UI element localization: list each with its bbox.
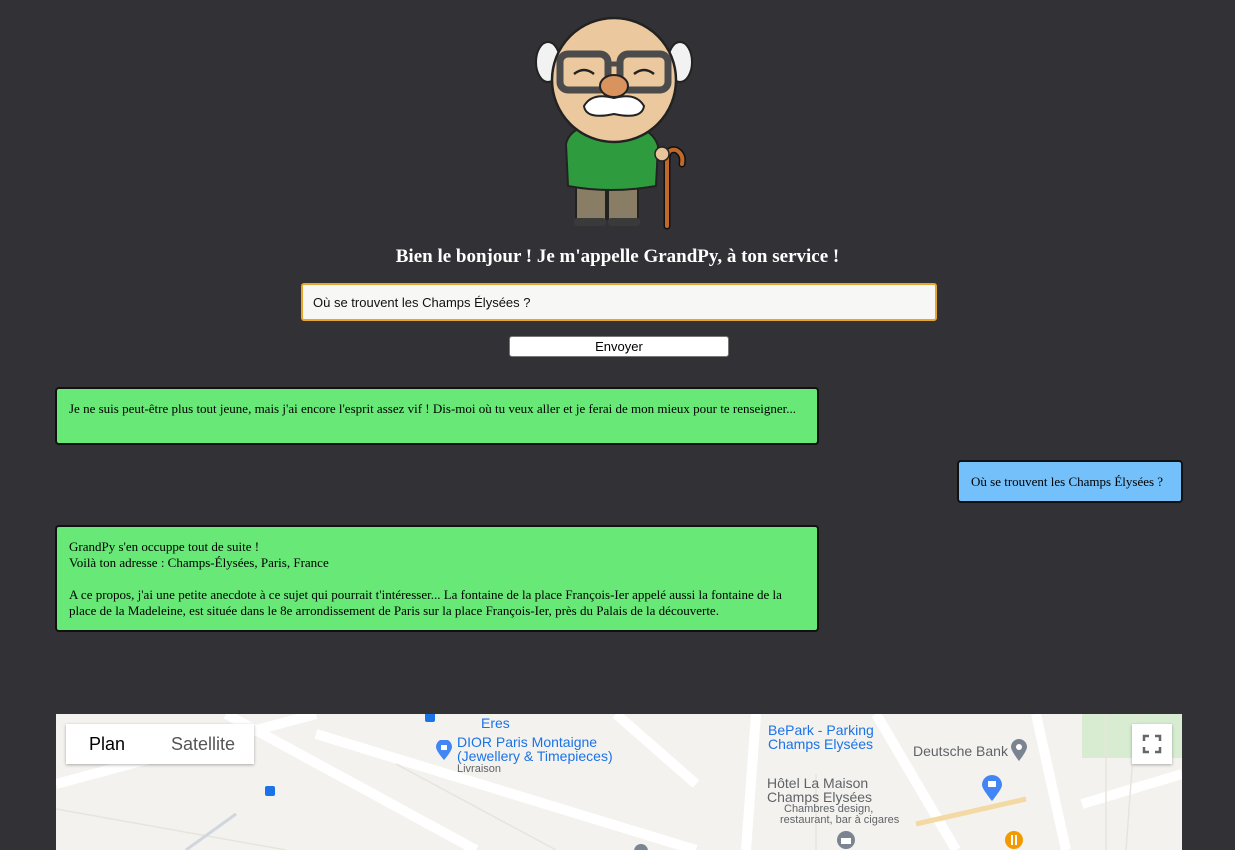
bus-stop-icon[interactable] bbox=[425, 714, 435, 722]
grandpy-avatar bbox=[530, 14, 700, 230]
poi-hotel-desc: restaurant, bar à cigares bbox=[780, 814, 900, 826]
fullscreen-button[interactable] bbox=[1132, 724, 1172, 764]
question-input[interactable] bbox=[301, 283, 937, 321]
poi-dior-subtitle: (Jewellery & Timepieces) bbox=[457, 748, 613, 764]
send-button[interactable]: Envoyer bbox=[509, 336, 729, 357]
user-message: Où se trouvent les Champs Élysées ? bbox=[957, 460, 1183, 503]
map-type-satellite[interactable]: Satellite bbox=[171, 734, 235, 755]
map-type-control: Plan Satellite bbox=[66, 724, 254, 764]
bot-message-line: GrandPy s'en occuppe tout de suite ! bbox=[69, 539, 260, 554]
shopping-bag-icon[interactable] bbox=[436, 739, 452, 760]
bot-message-text: Je ne suis peut-être plus tout jeune, ma… bbox=[69, 401, 797, 416]
poi-bepark-subtitle: Champs Elysées bbox=[768, 736, 874, 752]
poi-bepark[interactable]: BePark - Parking bbox=[768, 723, 874, 737]
poi-dior[interactable]: DIOR Paris Montaigne bbox=[457, 735, 597, 749]
fullscreen-icon bbox=[1142, 734, 1162, 754]
poi-hotel-subtitle: Champs Elysées bbox=[767, 789, 873, 805]
poi-dior-delivery: Livraison bbox=[457, 763, 502, 775]
bus-stop-icon[interactable] bbox=[265, 786, 275, 796]
map[interactable]: Plan Satellite Eres DIOR Paris Montaigne… bbox=[56, 714, 1182, 850]
bot-message-anecdote: A ce propos, j'ai une petite anecdote à … bbox=[69, 587, 782, 618]
museum-icon[interactable] bbox=[836, 830, 856, 850]
map-pin-icon[interactable] bbox=[1011, 739, 1027, 761]
user-message-text: Où se trouvent les Champs Élysées ? bbox=[971, 474, 1164, 489]
bot-message: Je ne suis peut-être plus tout jeune, ma… bbox=[55, 387, 819, 445]
map-type-plan[interactable]: Plan bbox=[89, 734, 125, 755]
bot-message: GrandPy s'en occuppe tout de suite ! Voi… bbox=[55, 525, 819, 632]
poi-hotel[interactable]: Hôtel La Maison bbox=[767, 776, 868, 790]
shopping-bag-icon[interactable] bbox=[982, 775, 1002, 801]
poi-deutsche-bank[interactable]: Deutsche Bank bbox=[913, 744, 1008, 758]
page-title: Bien le bonjour ! Je m'appelle GrandPy, … bbox=[395, 246, 840, 267]
poi-eres[interactable]: Eres bbox=[481, 716, 510, 730]
bot-message-address: Voilà ton adresse : Champs-Élysées, Pari… bbox=[69, 555, 329, 570]
fork-knife-icon[interactable] bbox=[1004, 830, 1024, 850]
